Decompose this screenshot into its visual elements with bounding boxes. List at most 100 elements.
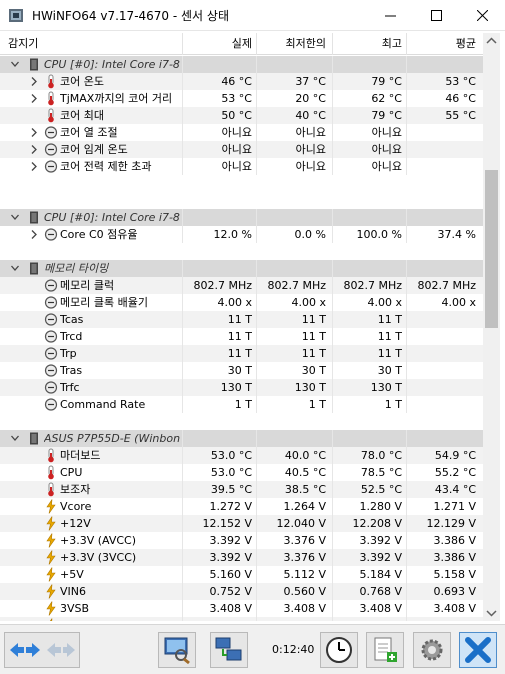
column-divider: [332, 481, 333, 498]
exit-button[interactable]: [459, 632, 497, 668]
value-current: 3.392 V: [209, 534, 252, 547]
sensor-row[interactable]: 코어 온도 46 °C 37 °C 79 °C 53 °C: [0, 73, 483, 90]
chevron-right-icon[interactable]: [30, 94, 38, 103]
value-current: 3.376 V: [184, 617, 252, 621]
column-divider: [406, 481, 407, 498]
sensor-row[interactable]: CPU 53.0 °C 40.5 °C 78.5 °C 55.2 °C: [0, 464, 483, 481]
column-divider: [256, 600, 257, 617]
chevron-right-icon[interactable]: [30, 145, 38, 154]
sensor-row[interactable]: +3.3V (AVCC) 3.392 V 3.376 V 3.392 V 3.386 V: [0, 532, 483, 549]
settings-button[interactable]: [413, 632, 451, 668]
maximize-button[interactable]: [413, 0, 459, 31]
sensor-row[interactable]: 3VSB 3.408 V 3.408 V 3.408 V 3.408 V: [0, 600, 483, 617]
value-max: 79 °C: [371, 109, 402, 122]
column-divider: [332, 141, 333, 158]
value-current: 11 T: [227, 330, 252, 343]
scroll-up-icon[interactable]: [486, 36, 497, 46]
scrollbar-thumb[interactable]: [485, 170, 498, 328]
column-divider: [256, 515, 257, 532]
clock-icon: [326, 637, 352, 663]
sensor-row[interactable]: 메모리 클록 배율기 4.00 x 4.00 x 4.00 x 4.00 x: [0, 294, 483, 311]
value-current: 1.272 V: [209, 500, 252, 513]
sensor-label: VBAT: [60, 617, 180, 621]
header-avg[interactable]: 평균: [408, 33, 476, 55]
group-label: ASUS P7P55D-E (Winbon...: [44, 432, 180, 445]
sensor-group-row[interactable]: ASUS P7P55D-E (Winbon...: [0, 430, 483, 447]
sensor-row[interactable]: Tcas 11 T 11 T 11 T: [0, 311, 483, 328]
sensor-row[interactable]: Vcore 1.272 V 1.264 V 1.280 V 1.271 V: [0, 498, 483, 515]
value-min: 1 T: [308, 398, 326, 411]
header-current[interactable]: 실제: [184, 33, 252, 55]
value-max: 62 °C: [371, 92, 402, 105]
value-max: 30 T: [377, 364, 402, 377]
column-divider: [332, 566, 333, 583]
sensor-row[interactable]: 코어 최대 50 °C 40 °C 79 °C 55 °C: [0, 107, 483, 124]
chevron-down-icon[interactable]: [11, 60, 19, 69]
clock-button[interactable]: [320, 632, 358, 668]
sensor-row[interactable]: 마더보드 53.0 °C 40.0 °C 78.0 °C 54.9 °C: [0, 447, 483, 464]
chevron-down-icon[interactable]: [11, 434, 19, 443]
value-max: 3.392 V: [359, 551, 402, 564]
chevron-right-icon[interactable]: [30, 162, 38, 171]
sensor-table: CPU [#0]: Intel Core i7-8... 코어 온도 46 °C 37…: [0, 56, 483, 621]
column-divider: [182, 294, 183, 311]
sensor-row[interactable]: Trcd 11 T 11 T 11 T: [0, 328, 483, 345]
scroll-down-icon[interactable]: [486, 608, 497, 618]
sensor-row[interactable]: VBAT 3.376 V 3.376 V 3.440 V 3.377 V: [0, 617, 483, 621]
chevron-down-icon[interactable]: [11, 213, 19, 222]
sensor-row[interactable]: 보조자 39.5 °C 38.5 °C 52.5 °C 43.4 °C: [0, 481, 483, 498]
sensor-group-row[interactable]: CPU [#0]: Intel Core i7-8...: [0, 56, 483, 73]
sensor-label: 코어 최대: [60, 109, 104, 122]
header-sensor[interactable]: 감지기: [8, 33, 38, 55]
column-divider: [332, 430, 333, 447]
sensor-row[interactable]: 코어 임계 온도 아니요 아니요 아니요: [0, 141, 483, 158]
sensor-group-row[interactable]: CPU [#0]: Intel Core i7-8...: [0, 209, 483, 226]
sensor-row[interactable]: VIN6 0.752 V 0.560 V 0.768 V 0.693 V: [0, 583, 483, 600]
chevron-right-icon[interactable]: [30, 128, 38, 137]
minimize-icon: [384, 15, 396, 17]
sensor-row[interactable]: 코어 전력 제한 초과 아니요 아니요 아니요: [0, 158, 483, 175]
sensor-row[interactable]: Core C0 점유율 12.0 % 0.0 % 100.0 % 37.4 %: [0, 226, 483, 243]
column-divider: [182, 328, 183, 345]
sensor-row[interactable]: +3.3V (3VCC) 3.392 V 3.376 V 3.392 V 3.386 V: [0, 549, 483, 566]
column-divider: [406, 566, 407, 583]
vertical-scrollbar[interactable]: [483, 33, 500, 621]
column-divider: [182, 260, 183, 277]
minimize-button[interactable]: [367, 0, 413, 31]
sensor-row[interactable]: Trp 11 T 11 T 11 T: [0, 345, 483, 362]
clock-circle-icon: [44, 364, 58, 377]
gear-icon: [421, 639, 443, 661]
sensor-label: TjMAX까지의 코어 거리: [60, 92, 173, 105]
sensor-row[interactable]: Trfc 130 T 130 T 130 T: [0, 379, 483, 396]
sensor-row[interactable]: +5V 5.160 V 5.112 V 5.184 V 5.158 V: [0, 566, 483, 583]
close-button[interactable]: [459, 0, 505, 31]
sensor-row[interactable]: Command Rate 1 T 1 T 1 T: [0, 396, 483, 413]
sensor-row[interactable]: TjMAX까지의 코어 거리 53 °C 20 °C 62 °C 46 °C: [0, 90, 483, 107]
log-button[interactable]: [366, 632, 404, 668]
chevron-down-icon[interactable]: [11, 264, 19, 273]
sensor-row[interactable]: 메모리 클럭 802.7 MHz 802.7 MHz 802.7 MHz 802.7 M…: [0, 277, 483, 294]
sensor-group-row[interactable]: 메모리 타이밍: [0, 260, 483, 277]
value-max: 52.5 °C: [360, 483, 402, 496]
sensor-row[interactable]: 코어 열 조절 아니요 아니요 아니요: [0, 124, 483, 141]
network-button[interactable]: [210, 632, 248, 668]
sensor-label: Trcd: [60, 330, 83, 343]
value-current: 130 T: [220, 381, 252, 394]
value-max: 아니요: [371, 126, 402, 139]
column-divider: [332, 73, 333, 90]
sensor-report-button[interactable]: [158, 632, 196, 668]
column-divider: [406, 209, 407, 226]
navigate-arrows-button[interactable]: [4, 632, 80, 668]
column-divider: [182, 617, 183, 621]
column-divider: [182, 481, 183, 498]
sensor-row[interactable]: +12V 12.152 V 12.040 V 12.208 V 12.129 V: [0, 515, 483, 532]
column-divider: [256, 209, 257, 226]
chevron-right-icon[interactable]: [30, 230, 38, 239]
column-divider: [406, 107, 407, 124]
chevron-right-icon[interactable]: [30, 77, 38, 86]
header-max[interactable]: 최고: [334, 33, 402, 55]
value-max: 100.0 %: [356, 228, 402, 241]
sensor-row[interactable]: Tras 30 T 30 T 30 T: [0, 362, 483, 379]
header-min[interactable]: 최저한의: [258, 33, 326, 55]
value-max: 802.7 MHz: [343, 279, 402, 292]
